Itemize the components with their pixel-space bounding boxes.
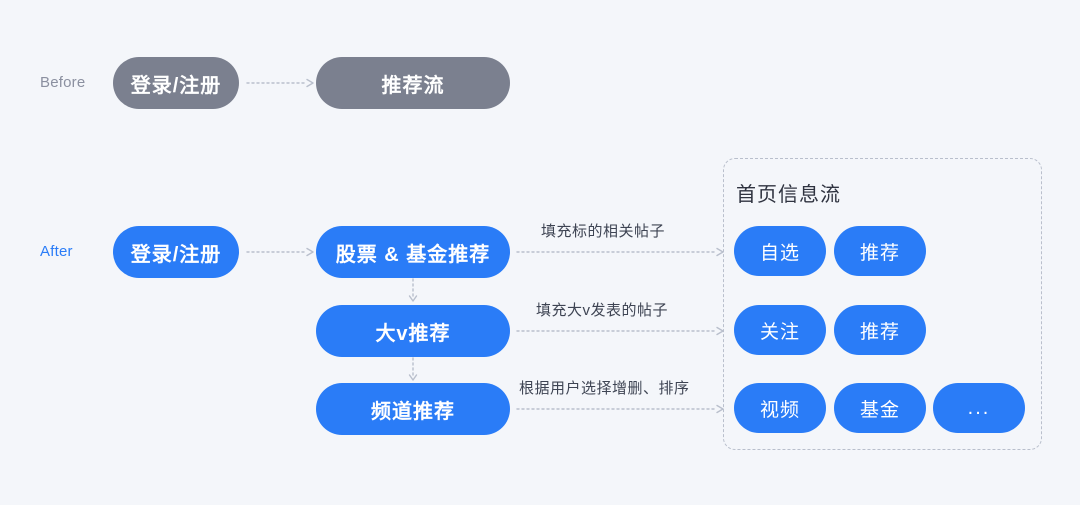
- feed-tag-more-label: ...: [967, 397, 991, 419]
- feed-tag-jijin[interactable]: 基金: [834, 383, 926, 433]
- connector-channel-to-feed-panel: [516, 401, 727, 417]
- feed-tag-tuijian-2[interactable]: 推荐: [834, 305, 926, 355]
- edge-label-stock-to-feed: 填充标的相关帖子: [541, 223, 666, 240]
- connector-stock-to-feed-panel: [516, 244, 727, 260]
- feed-tag-shipin[interactable]: 视频: [734, 383, 826, 433]
- feed-tag-guanzhu-label: 关注: [759, 321, 800, 343]
- connector-after-login-to-stock: [246, 244, 317, 260]
- connector-before-login-to-feed: [246, 75, 317, 91]
- node-after-login-label: 登录/注册: [130, 243, 222, 266]
- feed-tag-tuijian-1-label: 推荐: [859, 242, 900, 264]
- connector-stock-to-bigv: [405, 278, 421, 305]
- feed-tag-tuijian-1[interactable]: 推荐: [834, 226, 926, 276]
- feed-tag-shipin-label: 视频: [759, 399, 800, 421]
- row-label-after: After: [40, 243, 73, 260]
- node-before-feed-label: 推荐流: [381, 74, 445, 97]
- edge-label-channel-to-feed: 根据用户选择增删、排序: [519, 380, 690, 397]
- node-after-bigv-recommend[interactable]: 大v推荐: [316, 305, 510, 357]
- feed-tag-zixuan[interactable]: 自选: [734, 226, 826, 276]
- feed-tag-more[interactable]: ...: [933, 383, 1025, 433]
- row-label-before: Before: [40, 74, 86, 91]
- node-after-channel-recommend-label: 频道推荐: [371, 400, 455, 423]
- node-after-stock-fund-recommend-label: 股票 & 基金推荐: [335, 243, 491, 266]
- connector-bigv-to-feed-panel: [516, 323, 727, 339]
- feed-tag-guanzhu[interactable]: 关注: [734, 305, 826, 355]
- feed-tag-zixuan-label: 自选: [759, 242, 800, 264]
- feed-panel-title: 首页信息流: [736, 184, 841, 206]
- feed-tag-jijin-label: 基金: [859, 399, 900, 421]
- node-before-feed[interactable]: 推荐流: [316, 57, 510, 109]
- feed-tag-tuijian-2-label: 推荐: [859, 321, 900, 343]
- edge-label-bigv-to-feed: 填充大v发表的帖子: [536, 302, 669, 319]
- node-before-login-label: 登录/注册: [130, 74, 222, 97]
- diagram-canvas: Before 登录/注册 推荐流 After 登录/注册 股票 & 基金推荐 大…: [0, 0, 1080, 505]
- connector-bigv-to-channel: [405, 357, 421, 384]
- node-after-login[interactable]: 登录/注册: [113, 226, 239, 278]
- node-before-login[interactable]: 登录/注册: [113, 57, 239, 109]
- node-after-channel-recommend[interactable]: 频道推荐: [316, 383, 510, 435]
- node-after-bigv-recommend-label: 大v推荐: [375, 322, 451, 345]
- node-after-stock-fund-recommend[interactable]: 股票 & 基金推荐: [316, 226, 510, 278]
